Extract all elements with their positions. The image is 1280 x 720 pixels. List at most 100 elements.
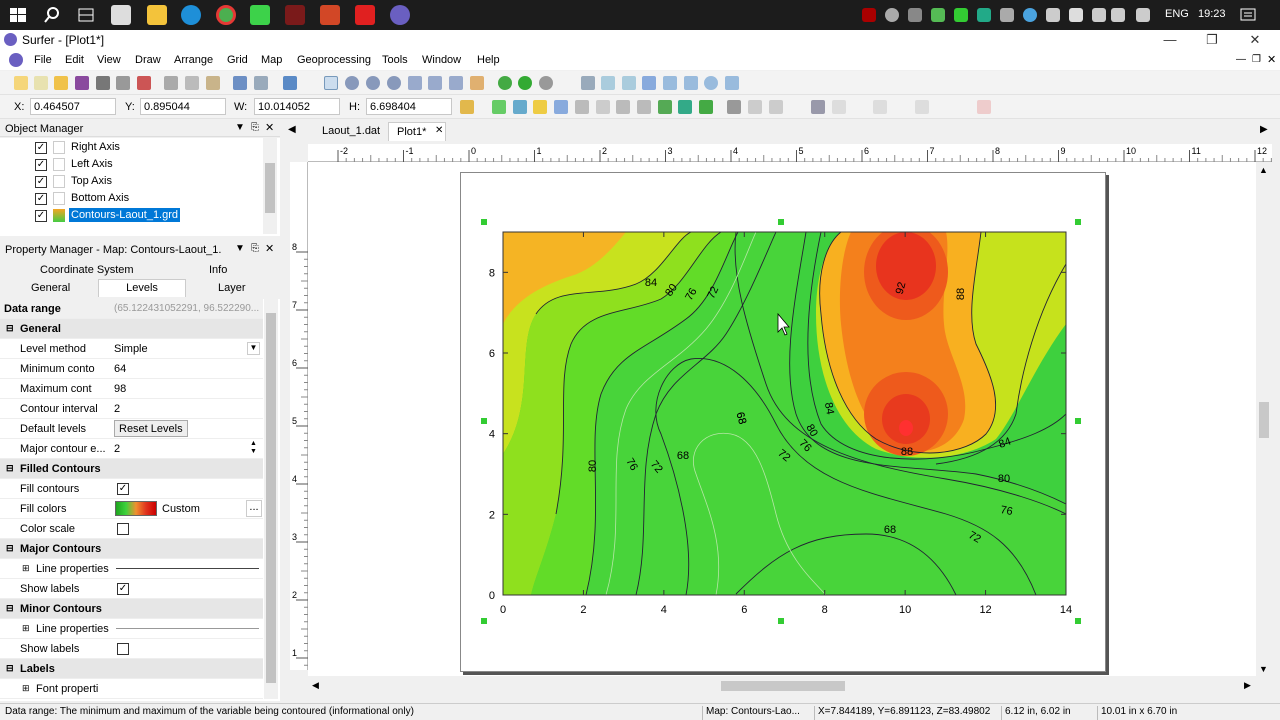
contour-interval-field[interactable]: 2 bbox=[114, 403, 120, 415]
scroll-right-icon[interactable]: ▶ bbox=[1244, 680, 1251, 691]
spinner-icon[interactable]: ▲ ▼ bbox=[250, 440, 257, 456]
print-icon[interactable] bbox=[96, 76, 110, 90]
menu-geoprocessing[interactable]: Geoprocessing bbox=[297, 54, 371, 66]
collapse-icon[interactable]: ⊟ bbox=[6, 463, 14, 474]
y-field[interactable]: 0.895044 bbox=[140, 98, 226, 115]
doc-minimize-button[interactable]: — bbox=[1236, 54, 1246, 65]
volume-icon[interactable] bbox=[1111, 8, 1125, 22]
line-icon[interactable] bbox=[725, 76, 739, 90]
zoom-page-icon[interactable] bbox=[428, 76, 442, 90]
reset-levels-button[interactable]: Reset Levels bbox=[114, 420, 188, 437]
color-gradient-swatch[interactable] bbox=[115, 501, 157, 516]
tray-icon[interactable] bbox=[954, 8, 968, 22]
vertical-scrollbar[interactable]: ▲ ▼ bbox=[1256, 162, 1272, 678]
tree-item-bottom-axis[interactable]: Bottom Axis bbox=[71, 192, 129, 208]
x-field[interactable]: 0.464507 bbox=[30, 98, 116, 115]
app-icon[interactable] bbox=[285, 5, 305, 25]
pin-icon[interactable]: ⎘ bbox=[251, 243, 259, 254]
store-icon[interactable] bbox=[111, 5, 131, 25]
row-fill-colors[interactable]: Fill colors Custom... bbox=[0, 499, 263, 519]
lock-icon[interactable] bbox=[460, 100, 474, 114]
ellipsis-button[interactable]: ... bbox=[246, 500, 262, 517]
maximum-contour-field[interactable]: 98 bbox=[114, 383, 126, 395]
new-contour-map-icon[interactable] bbox=[492, 100, 506, 114]
reshape-icon[interactable] bbox=[832, 100, 846, 114]
new-base-map-icon[interactable] bbox=[513, 100, 527, 114]
row-contour-interval[interactable]: Contour interval 2 bbox=[0, 399, 263, 419]
major-show-labels-checkbox[interactable]: ✓ bbox=[117, 583, 129, 595]
stack-icon[interactable] bbox=[727, 100, 741, 114]
height-field[interactable]: 6.698404 bbox=[366, 98, 452, 115]
expand-icon[interactable]: ⊞ bbox=[22, 623, 30, 634]
image-icon[interactable] bbox=[658, 100, 672, 114]
section-labels[interactable]: ⊟ Labels bbox=[0, 659, 263, 679]
menu-tools[interactable]: Tools bbox=[382, 54, 408, 66]
network-icon[interactable] bbox=[1136, 8, 1150, 22]
onedrive-icon[interactable] bbox=[1023, 8, 1037, 22]
minimum-contour-field[interactable]: 64 bbox=[114, 363, 126, 375]
tab-levels[interactable]: Levels bbox=[98, 279, 186, 297]
menu-window[interactable]: Window bbox=[422, 54, 461, 66]
menu-grid[interactable]: Grid bbox=[227, 54, 248, 66]
digitize-icon[interactable] bbox=[811, 100, 825, 114]
file-explorer-icon[interactable] bbox=[147, 5, 167, 25]
paste-icon[interactable] bbox=[206, 76, 220, 90]
menu-arrange[interactable]: Arrange bbox=[174, 54, 213, 66]
major-contour-field[interactable]: 2 bbox=[114, 443, 120, 455]
section-major-contours[interactable]: ⊟ Major Contours bbox=[0, 539, 263, 559]
delete-icon[interactable] bbox=[977, 100, 991, 114]
ellipse-icon[interactable] bbox=[704, 76, 718, 90]
collapse-icon[interactable]: ⊟ bbox=[6, 603, 14, 614]
row-level-method[interactable]: Level method Simple ▼ bbox=[0, 339, 263, 359]
new-worksheet-icon[interactable] bbox=[34, 76, 48, 90]
rounded-rect-icon[interactable] bbox=[684, 76, 698, 90]
cut-icon[interactable] bbox=[164, 76, 178, 90]
undo-icon[interactable] bbox=[233, 76, 247, 90]
refresh-icon[interactable] bbox=[283, 76, 297, 90]
tree-item-left-axis[interactable]: Left Axis bbox=[71, 158, 113, 174]
notifications-icon[interactable] bbox=[1238, 5, 1258, 25]
new-plot-icon[interactable] bbox=[14, 76, 28, 90]
point-icon[interactable] bbox=[642, 76, 656, 90]
surfer-logo-icon[interactable] bbox=[9, 53, 23, 67]
surface-icon[interactable] bbox=[678, 100, 692, 114]
spline-icon[interactable] bbox=[622, 76, 636, 90]
close-button[interactable]: ✕ bbox=[1245, 32, 1265, 48]
save-icon[interactable] bbox=[75, 76, 89, 90]
section-minor-contours[interactable]: ⊟ Minor Contours bbox=[0, 599, 263, 619]
redo-icon[interactable] bbox=[254, 76, 268, 90]
steam-icon[interactable] bbox=[885, 8, 899, 22]
doc-close-button[interactable]: ✕ bbox=[1267, 53, 1276, 66]
scroll-left-icon[interactable]: ◀ bbox=[312, 680, 319, 691]
checkbox[interactable]: ✓ bbox=[35, 159, 47, 171]
row-minor-line-properties[interactable]: ⊞ Line properties bbox=[0, 619, 263, 639]
expand-icon[interactable]: ⊞ bbox=[22, 683, 30, 694]
language-indicator[interactable]: ENG bbox=[1165, 8, 1189, 20]
new-grid-icon[interactable] bbox=[575, 100, 589, 114]
scroll-up-icon[interactable]: ▲ bbox=[1259, 165, 1268, 175]
row-major-contour-every[interactable]: Major contour e... 2 ▲ ▼ bbox=[0, 439, 263, 459]
tree-item-right-axis[interactable]: Right Axis bbox=[71, 141, 120, 157]
tray-icon[interactable] bbox=[1046, 8, 1060, 22]
overlay-icon[interactable] bbox=[748, 100, 762, 114]
collapse-icon[interactable]: ⊟ bbox=[6, 663, 14, 674]
row-major-show-labels[interactable]: Show labels ✓ bbox=[0, 579, 263, 599]
tray-icon[interactable] bbox=[977, 8, 991, 22]
tree-scrollbar[interactable] bbox=[263, 138, 277, 234]
pin-icon[interactable]: ⎘ bbox=[251, 122, 259, 133]
arrow-icon[interactable] bbox=[637, 100, 651, 114]
width-field[interactable]: 10.014052 bbox=[254, 98, 340, 115]
level-method-select[interactable]: Simple bbox=[114, 343, 148, 355]
panel-menu-icon[interactable]: ▼ bbox=[235, 243, 245, 254]
open-icon[interactable] bbox=[54, 76, 68, 90]
tray-icon[interactable] bbox=[1000, 8, 1014, 22]
row-color-scale[interactable]: Color scale bbox=[0, 519, 263, 539]
task-view-icon[interactable] bbox=[76, 5, 96, 25]
combine-icon[interactable] bbox=[873, 100, 887, 114]
contour-map[interactable]: 0 2 4 6 8 10 12 14 02468 84 80 76 7268687276808480… bbox=[476, 214, 1086, 630]
windows-start-icon[interactable] bbox=[8, 5, 28, 25]
panel-close-icon[interactable]: ✕ bbox=[265, 242, 274, 255]
row-maximum-contour[interactable]: Maximum cont 98 bbox=[0, 379, 263, 399]
property-scrollbar[interactable] bbox=[264, 299, 278, 699]
row-minor-show-labels[interactable]: Show labels bbox=[0, 639, 263, 659]
